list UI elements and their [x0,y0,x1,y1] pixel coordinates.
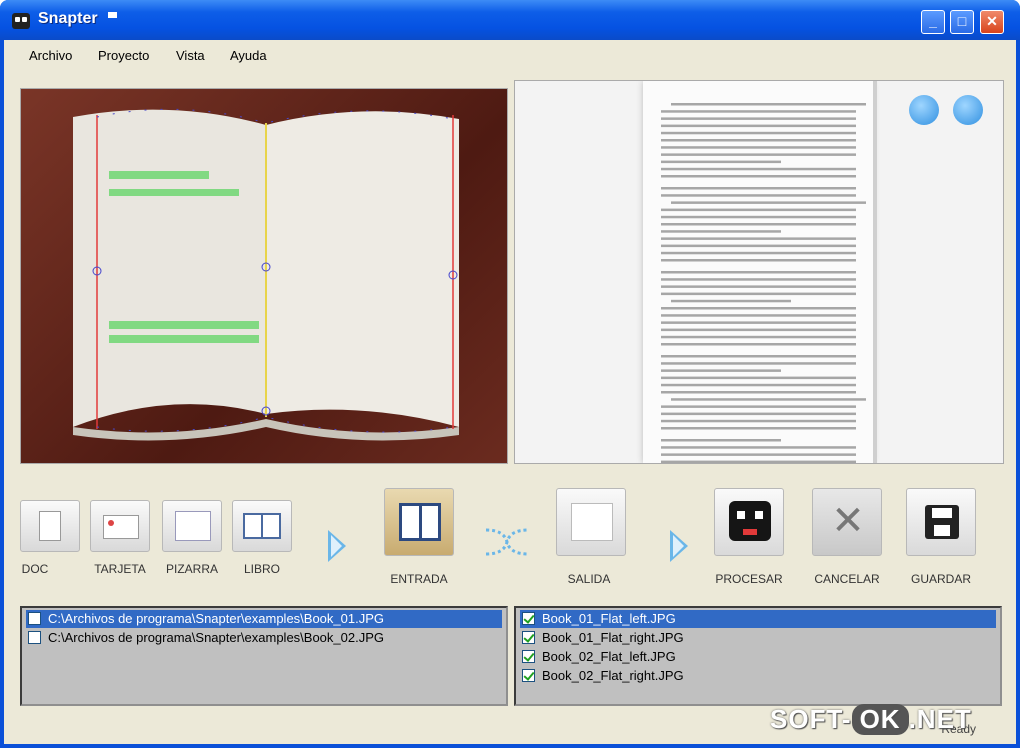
entrada-label: ENTRADA [390,572,448,586]
salida-button[interactable] [556,488,626,556]
list-item[interactable]: Book_01_Flat_right.JPG [520,629,996,647]
output-page-icon [571,503,613,541]
libro-label: LIBRO [243,562,280,576]
close-button[interactable]: ✕ [980,10,1004,34]
menu-proyecto[interactable]: Proyecto [98,48,149,63]
whiteboard-icon [175,511,211,541]
menu-vista[interactable]: Vista [176,48,205,63]
checkbox[interactable] [522,669,535,682]
list-item[interactable]: Book_02_Flat_right.JPG [520,667,996,685]
floppy-disk-icon [925,505,959,539]
snapter-robot-icon [729,501,771,541]
flow-arrow-icon [670,530,688,562]
menu-bar: Archivo Proyecto Vista Ayuda [4,40,1016,70]
rotate-right-icon[interactable] [953,95,983,125]
entrada-button[interactable] [384,488,454,556]
window-title: Snapter [38,10,98,27]
client-area: Archivo Proyecto Vista Ayuda DOC TARJETA… [4,40,1016,744]
checkbox[interactable] [522,631,535,644]
shuffle-icon [485,528,529,556]
output-file-list[interactable]: Book_01_Flat_left.JPG Book_01_Flat_right… [514,606,1002,706]
app-window: Snapter _ □ ✕ Archivo Proyecto Vista Ayu… [0,0,1020,748]
book-icon [243,513,281,539]
input-file-list[interactable]: C:\Archivos de programa\Snapter\examples… [20,606,508,706]
procesar-label: PROCESAR [715,572,783,586]
flow-arrow-icon [328,530,346,562]
cancel-x-icon: ✕ [831,499,865,543]
menu-archivo[interactable]: Archivo [29,48,72,63]
checkbox[interactable] [522,612,535,625]
checkbox[interactable] [522,650,535,663]
rotate-left-icon[interactable] [909,95,939,125]
guardar-label: GUARDAR [910,572,971,586]
minimize-button[interactable]: _ [921,10,945,34]
input-book-icon [399,503,441,541]
card-icon [103,515,139,539]
doc-button[interactable] [20,500,80,552]
cancelar-button[interactable]: ✕ [812,488,882,556]
output-text-lines [661,103,866,463]
libro-button[interactable] [232,500,292,552]
list-item[interactable]: Book_01_Flat_left.JPG [520,610,996,628]
list-item[interactable]: Book_02_Flat_left.JPG [520,648,996,666]
tarjeta-button[interactable] [90,500,150,552]
title-bar[interactable]: Snapter _ □ ✕ [0,0,1020,40]
menu-ayuda[interactable]: Ayuda [230,48,267,63]
document-icon [39,511,61,541]
pizarra-button[interactable] [162,500,222,552]
title-flag-icon [108,12,117,18]
book-photo [73,108,459,441]
checkbox[interactable] [28,631,41,644]
input-image-view[interactable] [20,88,508,464]
maximize-button[interactable]: □ [950,10,974,34]
checkbox[interactable] [28,612,41,625]
cancelar-label: CANCELAR [814,572,880,586]
toolbar: DOC TARJETA PIZARRA LIBRO ENTRADA SALIDA… [4,480,1016,598]
guardar-button[interactable] [906,488,976,556]
procesar-button[interactable] [714,488,784,556]
watermark: SOFT- OK .NET [770,704,972,735]
list-item[interactable]: C:\Archivos de programa\Snapter\examples… [26,629,502,647]
output-image-view[interactable] [514,80,1004,464]
doc-label: DOC [21,562,49,576]
list-item[interactable]: C:\Archivos de programa\Snapter\examples… [26,610,502,628]
snapter-app-icon [12,13,30,29]
salida-label: SALIDA [567,572,611,586]
